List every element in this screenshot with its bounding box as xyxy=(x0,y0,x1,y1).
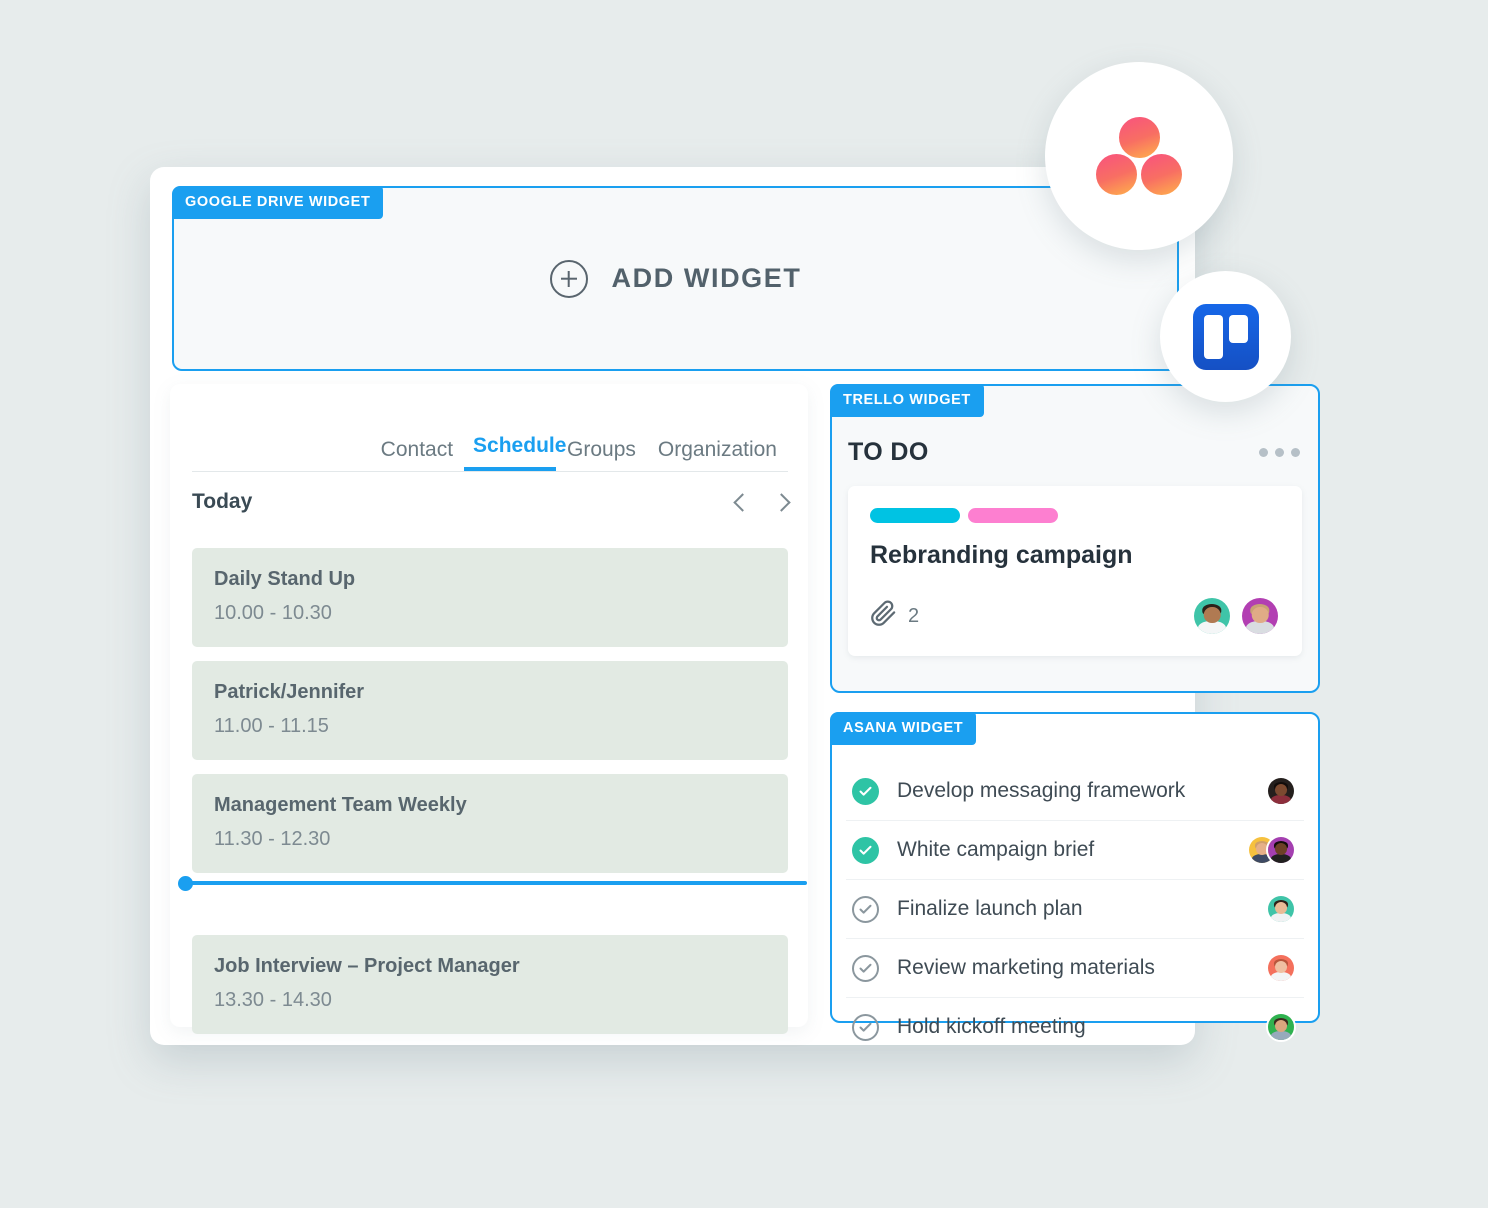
check-circle-icon[interactable] xyxy=(852,895,879,923)
trello-card-labels xyxy=(870,508,1280,523)
member-avatar-1[interactable] xyxy=(1192,596,1232,636)
trello-card-title: Rebranding campaign xyxy=(870,541,1133,569)
trello-list-header: TO DO xyxy=(848,438,1300,467)
event-time: 11.00 - 11.15 xyxy=(214,715,329,737)
event-time: 11.30 - 12.30 xyxy=(214,828,331,850)
trello-card-members xyxy=(1192,596,1280,636)
asana-task-row[interactable]: Review marketing materials xyxy=(846,939,1304,998)
assignee-avatar-6[interactable] xyxy=(1266,1012,1296,1042)
assignee-avatar-1[interactable] xyxy=(1266,776,1296,806)
asana-task-row[interactable]: Hold kickoff meeting xyxy=(846,998,1304,1056)
attachment-count: 2 xyxy=(908,604,920,627)
schedule-event[interactable]: Patrick/Jennifer 11.00 - 11.15 xyxy=(192,661,788,760)
current-time-handle[interactable] xyxy=(178,876,193,891)
schedule-nav xyxy=(733,492,791,512)
event-title: Patrick/Jennifer xyxy=(214,681,365,703)
asana-three-dots-logo-icon xyxy=(1096,117,1182,195)
chevron-right-icon[interactable] xyxy=(772,492,791,512)
assignee-avatar-3[interactable] xyxy=(1266,835,1296,865)
asana-task-assignees xyxy=(1247,835,1296,865)
trello-widget-tag: TRELLO WIDGET xyxy=(830,384,984,417)
attachment-indicator: 2 xyxy=(870,600,919,632)
schedule-event-list: Daily Stand Up 10.00 - 10.30 Patrick/Jen… xyxy=(192,548,788,1048)
add-widget-button[interactable]: ADD WIDGET xyxy=(174,188,1177,369)
schedule-event[interactable]: Job Interview – Project Manager 13.30 - … xyxy=(192,935,788,1034)
schedule-event[interactable]: Management Team Weekly 11.30 - 12.30 xyxy=(192,774,788,873)
dashboard-screenshot: GOOGLE DRIVE WIDGET ADD WIDGET Contact S… xyxy=(0,0,1488,1208)
event-title: Management Team Weekly xyxy=(214,794,467,816)
add-widget-label: ADD WIDGET xyxy=(611,263,802,293)
asana-task-name: Review marketing materials xyxy=(897,956,1155,979)
asana-task-assignees xyxy=(1266,1012,1296,1042)
event-time: 13.30 - 14.30 xyxy=(214,989,332,1011)
asana-task-name: White campaign brief xyxy=(897,838,1095,861)
trello-card[interactable]: Rebranding campaign 2 xyxy=(848,486,1302,656)
paperclip-icon xyxy=(870,600,897,632)
check-circle-icon[interactable] xyxy=(852,954,879,982)
schedule-card: Contact Schedule Groups Organization Tod… xyxy=(170,384,808,1034)
asana-widget-tag: ASANA WIDGET xyxy=(830,712,977,745)
member-avatar-2[interactable] xyxy=(1240,596,1280,636)
asana-task-name: Finalize launch plan xyxy=(897,897,1083,920)
trello-card-footer: 2 xyxy=(870,596,1280,636)
tab-groups[interactable]: Groups xyxy=(556,437,647,471)
asana-widget[interactable]: ASANA WIDGET Develop messaging framework… xyxy=(830,712,1320,1042)
check-circle-icon[interactable] xyxy=(852,1013,879,1041)
asana-task-list: Develop messaging framework White campaig… xyxy=(846,762,1304,1056)
event-time: 10.00 - 10.30 xyxy=(214,602,332,624)
asana-logo-badge xyxy=(1045,62,1233,250)
asana-task-assignees xyxy=(1266,776,1296,806)
chevron-left-icon[interactable] xyxy=(733,492,752,512)
event-title: Job Interview – Project Manager xyxy=(214,955,520,977)
asana-task-row[interactable]: White campaign brief xyxy=(846,821,1304,880)
trello-list-title: TO DO xyxy=(848,438,929,466)
trello-logo-badge xyxy=(1160,271,1291,402)
google-drive-widget[interactable]: GOOGLE DRIVE WIDGET ADD WIDGET xyxy=(172,186,1179,371)
check-circle-filled-icon[interactable] xyxy=(852,836,879,864)
plus-circle-icon xyxy=(549,259,588,298)
more-horizontal-icon[interactable] xyxy=(1259,448,1300,457)
schedule-header: Today xyxy=(192,490,791,514)
tab-organization[interactable]: Organization xyxy=(647,437,788,471)
tab-contact[interactable]: Contact xyxy=(370,437,464,471)
trello-widget[interactable]: TRELLO WIDGET TO DO Rebranding campaign … xyxy=(830,384,1320,693)
schedule-day-label: Today xyxy=(192,490,253,513)
event-title: Daily Stand Up xyxy=(214,568,356,590)
asana-task-row[interactable]: Develop messaging framework xyxy=(846,762,1304,821)
asana-task-assignees xyxy=(1266,894,1296,924)
assignee-avatar-4[interactable] xyxy=(1266,894,1296,924)
pink-label[interactable] xyxy=(968,508,1058,523)
trello-board-logo-icon xyxy=(1192,303,1259,370)
schedule-tabs: Contact Schedule Groups Organization xyxy=(192,420,788,472)
current-time-line xyxy=(182,881,807,885)
assignee-avatar-5[interactable] xyxy=(1266,953,1296,983)
check-circle-filled-icon[interactable] xyxy=(852,777,879,805)
asana-task-row[interactable]: Finalize launch plan xyxy=(846,880,1304,939)
cyan-label[interactable] xyxy=(870,508,960,523)
asana-task-name: Develop messaging framework xyxy=(897,779,1186,802)
schedule-event[interactable]: Daily Stand Up 10.00 - 10.30 xyxy=(192,548,788,647)
asana-task-assignees xyxy=(1266,953,1296,983)
tab-schedule[interactable]: Schedule xyxy=(464,433,566,471)
asana-task-name: Hold kickoff meeting xyxy=(897,1015,1086,1038)
